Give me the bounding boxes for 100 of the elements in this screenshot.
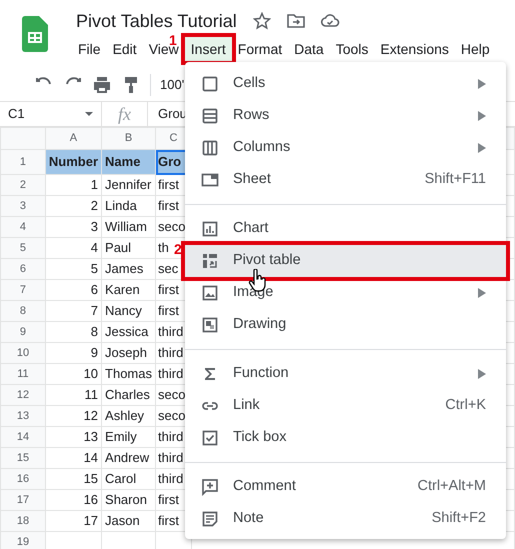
- table-cell: Jason: [102, 510, 156, 532]
- table-cell: 4: [45, 238, 102, 258]
- row-header[interactable]: 13: [0, 406, 46, 426]
- row-header[interactable]: 14: [0, 426, 46, 448]
- table-cell: Number: [45, 150, 102, 174]
- table-cell: Emily: [102, 426, 156, 448]
- menu-item-label: Columns: [233, 138, 290, 158]
- star-icon[interactable]: [252, 12, 271, 30]
- table-cell: 2: [45, 196, 102, 216]
- row-header[interactable]: 10: [0, 342, 46, 364]
- table-cell: Carol: [102, 468, 156, 490]
- zoom-select[interactable]: 100': [160, 74, 184, 94]
- menu-bar-item[interactable]: Tools: [330, 37, 374, 61]
- menu-bar-item[interactable]: Insert: [184, 37, 232, 61]
- menu-item-label: Cells: [233, 74, 266, 94]
- menu-item[interactable]: Pivot table: [185, 245, 506, 277]
- table-cell: 8: [45, 322, 102, 342]
- menu-item-label: Function: [233, 364, 289, 384]
- image-icon: [201, 284, 219, 302]
- table-cell: Name: [102, 150, 156, 174]
- step-number: 2: [174, 242, 182, 256]
- folder-icon[interactable]: [286, 12, 305, 30]
- table-cell: 6: [45, 280, 102, 300]
- table-cell: Charles: [102, 384, 156, 406]
- row-header[interactable]: 9: [0, 322, 46, 342]
- row-header[interactable]: 6: [0, 258, 46, 280]
- menu-item[interactable]: Cells: [185, 68, 506, 100]
- table-cell: 7: [45, 300, 102, 322]
- shortcut-label: Ctrl+K: [445, 396, 486, 416]
- step-number: 1: [169, 33, 177, 47]
- table-cell: Paul: [102, 238, 156, 258]
- sheet-icon: [201, 171, 219, 189]
- row-header[interactable]: 5: [0, 238, 46, 258]
- row-header[interactable]: 11: [0, 364, 46, 384]
- table-cell: Thomas: [102, 364, 156, 384]
- row-header[interactable]: 15: [0, 448, 46, 468]
- row-header[interactable]: 17: [0, 490, 46, 510]
- shortcut-label: Shift+F2: [432, 509, 486, 528]
- menu-item-label: Rows: [233, 106, 270, 126]
- menu-bar-item[interactable]: Extensions: [374, 37, 455, 61]
- table-cell: Jennifer: [102, 174, 156, 196]
- table-cell: 13: [45, 426, 102, 448]
- name-box[interactable]: C1: [8, 104, 25, 124]
- table-cell: Jessica: [102, 322, 156, 342]
- menu-bar-item[interactable]: Help: [454, 37, 496, 61]
- row-header[interactable]: 12: [0, 384, 46, 406]
- row-header[interactable]: 4: [0, 216, 46, 238]
- table-cell: Nancy: [102, 300, 156, 322]
- menu-item-label: Link: [233, 396, 260, 416]
- square-icon: [201, 75, 219, 93]
- row-header[interactable]: 3: [0, 196, 46, 216]
- caret-icon: [85, 112, 93, 116]
- column-header[interactable]: A: [45, 128, 102, 150]
- table-cell: Andrew: [102, 448, 156, 468]
- menu-item-label: Comment: [233, 477, 296, 496]
- menu-bar-item[interactable]: Format: [232, 37, 288, 61]
- rows-icon: [201, 107, 219, 125]
- table-cell: 10: [45, 364, 102, 384]
- table-cell: Linda: [102, 196, 156, 216]
- table-cell: 1: [45, 174, 102, 196]
- row-header[interactable]: 19: [0, 532, 46, 549]
- row-header[interactable]: 16: [0, 468, 46, 490]
- menu-item-label: Sheet: [233, 170, 271, 190]
- sheets-logo-icon: [22, 16, 48, 52]
- column-header[interactable]: B: [102, 128, 156, 150]
- table-cell: 14: [45, 448, 102, 468]
- columns-icon: [201, 139, 219, 157]
- menu-bar-item[interactable]: File: [72, 37, 107, 61]
- table-cell: Ashley: [102, 406, 156, 426]
- table-cell: Sharon: [102, 490, 156, 510]
- comment-icon: [201, 478, 219, 496]
- row-header[interactable]: 8: [0, 300, 46, 322]
- table-cell: William: [102, 216, 156, 238]
- print-icon[interactable]: [92, 74, 112, 94]
- drawing-icon: [201, 316, 219, 334]
- menu-item-label: Drawing: [233, 315, 286, 334]
- chart-icon: [201, 220, 219, 238]
- table-cell: James: [102, 258, 156, 280]
- menu-item-label: Pivot table: [233, 251, 301, 270]
- table-cell: 17: [45, 510, 102, 532]
- row-header[interactable]: 7: [0, 280, 46, 300]
- table-cell: Karen: [102, 280, 156, 300]
- menu-bar-item[interactable]: Edit: [106, 37, 143, 61]
- cloud-icon[interactable]: [320, 12, 340, 30]
- menu-item-label: Chart: [233, 219, 268, 238]
- document-title: Pivot Tables Tutorial: [76, 10, 237, 32]
- row-header[interactable]: 2: [0, 174, 46, 196]
- checkbox-icon: [201, 429, 219, 447]
- menu-item-label: Tick box: [233, 428, 286, 448]
- table-cell: Joseph: [102, 342, 156, 364]
- menu-item-label: Note: [233, 509, 264, 528]
- row-header[interactable]: 1: [0, 150, 46, 174]
- table-cell: 3: [45, 216, 102, 238]
- table-cell: 5: [45, 258, 102, 280]
- pivot-table-icon: [201, 252, 219, 270]
- shortcut-label: Shift+F11: [424, 170, 486, 190]
- row-header[interactable]: 18: [0, 510, 46, 532]
- note-icon: [201, 510, 219, 528]
- menu-bar-item[interactable]: Data: [288, 37, 330, 61]
- table-cell: 12: [45, 406, 102, 426]
